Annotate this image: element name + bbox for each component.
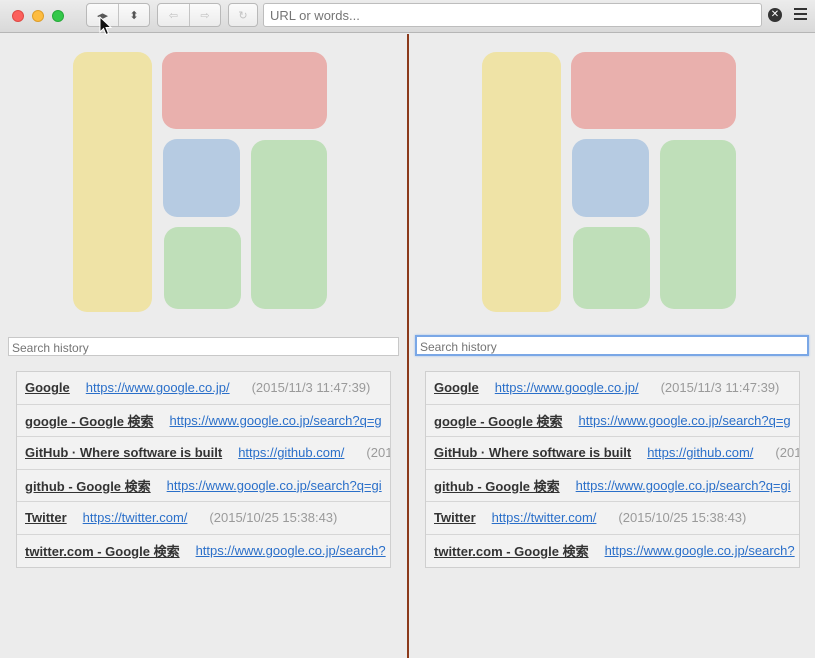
logo-tile-blue bbox=[163, 139, 240, 217]
app-logo bbox=[73, 52, 327, 312]
history-date: (201 bbox=[366, 445, 390, 461]
history-date: (2015/11/3 11:47:39) bbox=[251, 380, 371, 396]
history-url[interactable]: https://www.google.co.jp/search?q=gi bbox=[167, 478, 382, 493]
history-url[interactable]: https://www.google.co.jp/search?q=g bbox=[170, 413, 382, 428]
history-title[interactable]: google - Google 検索 bbox=[25, 411, 154, 430]
history-title[interactable]: GitHub · Where software is built bbox=[434, 445, 631, 460]
history-row[interactable]: github - Google 検索 https://www.google.co… bbox=[17, 470, 390, 502]
toolbar: ◂▸ ⬍ ⇦ ⇨ ↻ ✕ bbox=[0, 0, 815, 33]
history-title[interactable]: twitter.com - Google 検索 bbox=[25, 541, 180, 560]
history-url[interactable]: https://github.com/ bbox=[647, 445, 753, 460]
search-history-input[interactable] bbox=[8, 337, 399, 356]
history-row[interactable]: twitter.com - Google 検索 https://www.goog… bbox=[17, 535, 390, 568]
url-input[interactable] bbox=[263, 3, 762, 27]
split-vertical-button[interactable]: ⬍ bbox=[118, 4, 149, 26]
history-row[interactable]: GitHub · Where software is built https:/… bbox=[426, 437, 799, 470]
reload-button[interactable]: ↻ bbox=[228, 3, 258, 27]
history-date: (2015/10/25 15:38:43) bbox=[209, 510, 338, 526]
history-row[interactable]: Twitter https://twitter.com/ (2015/10/25… bbox=[426, 502, 799, 535]
history-url[interactable]: https://www.google.co.jp/ bbox=[86, 380, 230, 395]
logo-tile-red bbox=[162, 52, 327, 129]
history-nav-group: ⇦ ⇨ bbox=[157, 3, 221, 27]
history-row[interactable]: Google https://www.google.co.jp/ (2015/1… bbox=[17, 372, 390, 405]
history-date: (201 bbox=[775, 445, 799, 461]
logo-tile-blue bbox=[572, 139, 649, 217]
back-arrow-icon: ⇦ bbox=[168, 8, 179, 22]
close-icon: ✕ bbox=[770, 9, 780, 20]
window-close-button[interactable] bbox=[12, 10, 24, 22]
history-row[interactable]: Google https://www.google.co.jp/ (2015/1… bbox=[426, 372, 799, 405]
logo-tile-green-small bbox=[573, 227, 650, 309]
history-title[interactable]: github - Google 検索 bbox=[434, 476, 560, 495]
forward-arrow-icon: ⇨ bbox=[200, 8, 210, 22]
history-row[interactable]: GitHub · Where software is built https:/… bbox=[17, 437, 390, 470]
history-title[interactable]: twitter.com - Google 検索 bbox=[434, 541, 589, 560]
history-row[interactable]: twitter.com - Google 検索 https://www.goog… bbox=[426, 535, 799, 568]
history-url[interactable]: https://twitter.com/ bbox=[83, 510, 188, 525]
history-url[interactable]: https://www.google.co.jp/search?q=g bbox=[579, 413, 791, 428]
logo-tile-green-tall bbox=[251, 140, 327, 309]
logo-tile-yellow bbox=[482, 52, 561, 312]
clear-url-button[interactable]: ✕ bbox=[768, 8, 782, 22]
app-logo bbox=[482, 52, 736, 312]
history-date: (2015/11/3 11:47:39) bbox=[660, 380, 780, 396]
history-url[interactable]: https://www.google.co.jp/ bbox=[495, 380, 639, 395]
back-button[interactable]: ⇦ bbox=[158, 4, 189, 26]
window-zoom-button[interactable] bbox=[52, 10, 64, 22]
logo-tile-green-small bbox=[164, 227, 241, 309]
reload-icon: ↻ bbox=[238, 8, 248, 22]
menu-button[interactable] bbox=[794, 8, 807, 20]
hamburger-icon bbox=[794, 8, 807, 10]
history-url[interactable]: https://github.com/ bbox=[238, 445, 344, 460]
history-date: (2015/10/25 15:38:43) bbox=[618, 510, 747, 526]
right-pane[interactable]: Google https://www.google.co.jp/ (2015/1… bbox=[409, 34, 815, 658]
history-row[interactable]: github - Google 検索 https://www.google.co… bbox=[426, 470, 799, 502]
history-title[interactable]: github - Google 検索 bbox=[25, 476, 151, 495]
history-title[interactable]: Twitter bbox=[434, 510, 476, 525]
split-vertical-icon: ⬍ bbox=[129, 8, 139, 22]
history-title[interactable]: Google bbox=[434, 380, 479, 395]
logo-tile-yellow bbox=[73, 52, 152, 312]
logo-tile-green-tall bbox=[660, 140, 736, 309]
history-title[interactable]: GitHub · Where software is built bbox=[25, 445, 222, 460]
logo-tile-red bbox=[571, 52, 736, 129]
history-list: Google https://www.google.co.jp/ (2015/1… bbox=[425, 371, 800, 568]
history-list: Google https://www.google.co.jp/ (2015/1… bbox=[16, 371, 391, 568]
history-title[interactable]: google - Google 検索 bbox=[434, 411, 563, 430]
history-title[interactable]: Google bbox=[25, 380, 70, 395]
history-title[interactable]: Twitter bbox=[25, 510, 67, 525]
search-history-input[interactable] bbox=[415, 335, 809, 356]
window-minimize-button[interactable] bbox=[32, 10, 44, 22]
history-row[interactable]: google - Google 検索 https://www.google.co… bbox=[17, 405, 390, 437]
mouse-cursor-icon bbox=[99, 16, 113, 36]
pane-switch-group: ◂▸ ⬍ bbox=[86, 3, 150, 27]
history-url[interactable]: https://www.google.co.jp/search? bbox=[605, 543, 795, 558]
history-row[interactable]: Twitter https://twitter.com/ (2015/10/25… bbox=[17, 502, 390, 535]
history-url[interactable]: https://www.google.co.jp/search?q=gi bbox=[576, 478, 791, 493]
history-row[interactable]: google - Google 検索 https://www.google.co… bbox=[426, 405, 799, 437]
history-url[interactable]: https://www.google.co.jp/search? bbox=[196, 543, 386, 558]
forward-button[interactable]: ⇨ bbox=[189, 4, 220, 26]
left-pane[interactable]: Google https://www.google.co.jp/ (2015/1… bbox=[0, 34, 408, 658]
history-url[interactable]: https://twitter.com/ bbox=[492, 510, 597, 525]
